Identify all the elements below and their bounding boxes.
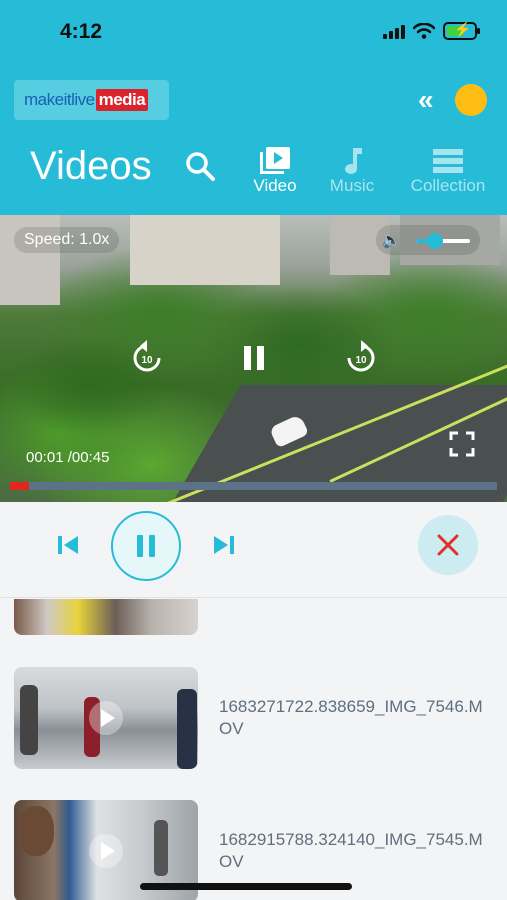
app-header: 4:12 ⚡ makeitlive media « Videos Video M… [0, 0, 507, 215]
tab-video-label: Video [253, 176, 297, 195]
status-icons: ⚡ [383, 21, 480, 40]
fullscreen-icon[interactable] [449, 431, 475, 457]
search-icon[interactable] [184, 150, 216, 182]
home-indicator[interactable] [140, 883, 352, 890]
video-thumbnail[interactable] [14, 667, 198, 769]
pause-bar [137, 535, 143, 557]
page-title: Videos [30, 144, 152, 188]
speaker-icon: 🔈 [382, 232, 401, 249]
video-progress-bar[interactable] [10, 482, 497, 490]
status-time: 4:12 [60, 20, 103, 43]
pause-icon[interactable] [242, 345, 266, 371]
video-list[interactable]: 1683271722.838659_IMG_7546.MOV 168291578… [0, 599, 507, 900]
tab-music[interactable]: Music [322, 146, 382, 196]
video-thumbnail[interactable] [14, 599, 198, 635]
play-overlay-icon [89, 834, 123, 868]
elapsed-time: 00:01 /00:45 [26, 449, 110, 466]
music-note-icon [345, 148, 362, 174]
video-progress-fill [10, 482, 30, 490]
video-library-icon [260, 147, 290, 174]
playback-speed-label[interactable]: Speed: 1.0x [14, 227, 120, 253]
video-player[interactable]: Speed: 1.0x 🔈 10 10 00:01 /00:45 [0, 215, 507, 502]
video-filename: 1683271722.838659_IMG_7546.MOV [219, 697, 483, 738]
transport-controls [0, 502, 507, 598]
play-pause-button[interactable] [111, 511, 181, 581]
tab-collection[interactable]: Collection [402, 146, 494, 196]
svg-text:10: 10 [141, 355, 153, 366]
video-frame-building [130, 215, 280, 285]
previous-track-icon[interactable] [55, 532, 81, 558]
svg-text:10: 10 [355, 355, 367, 366]
collection-list-icon [433, 149, 463, 173]
play-overlay-icon [89, 701, 123, 735]
rewind-10-icon[interactable]: 10 [130, 339, 164, 375]
profile-dot[interactable] [455, 84, 487, 116]
video-filename: 1682915788.324140_IMG_7545.MOV [219, 830, 483, 871]
battery-icon: ⚡ [443, 21, 480, 40]
app-logo: makeitlive media [14, 80, 169, 120]
thumbnail-figure [177, 689, 197, 769]
cellular-signal-icon [383, 23, 405, 39]
tab-video[interactable]: Video [250, 146, 300, 196]
thumbnail-face [18, 806, 54, 856]
collapse-chevrons-icon[interactable]: « [418, 84, 433, 116]
pause-bar [149, 535, 155, 557]
volume-control[interactable]: 🔈 [376, 225, 480, 255]
thumbnail-figure [154, 820, 168, 876]
next-track-icon[interactable] [211, 532, 237, 558]
wifi-icon [413, 23, 435, 39]
close-icon [437, 534, 459, 556]
thumbnail-figure [20, 685, 38, 755]
forward-10-icon[interactable]: 10 [344, 339, 378, 375]
tab-collection-label: Collection [410, 176, 486, 195]
volume-slider-knob[interactable] [427, 233, 443, 249]
close-player-button[interactable] [418, 515, 478, 575]
tab-music-label: Music [329, 176, 375, 195]
